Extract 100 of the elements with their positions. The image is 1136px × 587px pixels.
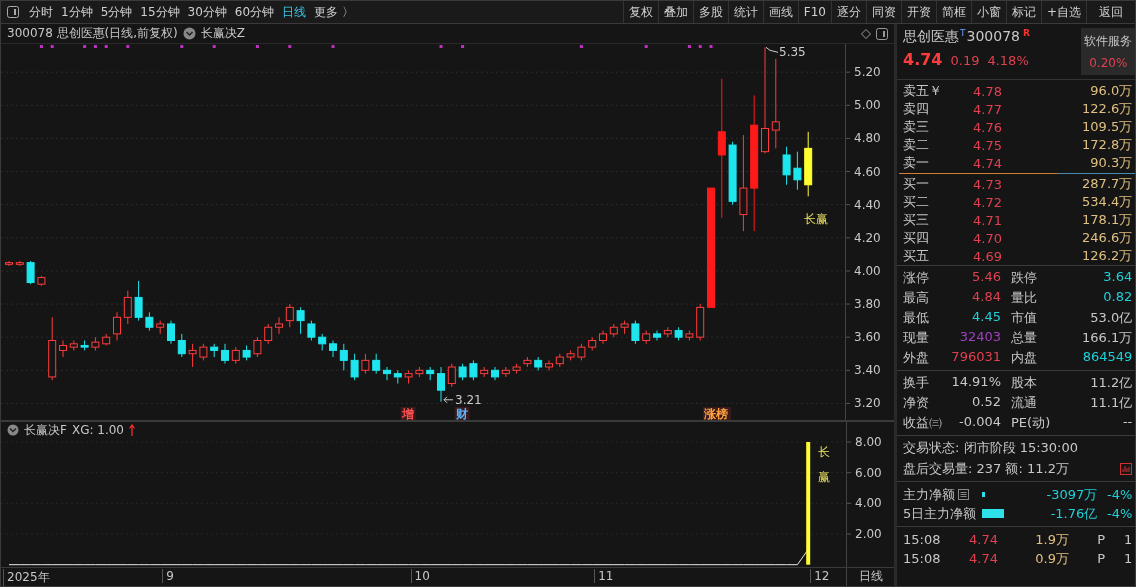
trade-type: P	[1096, 551, 1105, 566]
stat-value: 4.84	[971, 289, 1002, 306]
ask-price: 4.76	[973, 119, 1003, 135]
period-tab[interactable]: 5分钟	[96, 3, 137, 21]
level-label: 卖四	[903, 100, 930, 118]
stat-value: 53.0亿	[1089, 309, 1133, 327]
bid-volume: 534.4万	[1081, 193, 1133, 211]
r-label: R	[1022, 28, 1030, 38]
indicator-name[interactable]: 长赢决Z	[200, 25, 246, 42]
service-button[interactable]: 软件服务 0.20%	[1081, 28, 1135, 75]
stat-value: 864549	[1081, 349, 1133, 366]
flow-bar	[982, 492, 986, 498]
ask-volume: 109.5万	[1081, 118, 1133, 136]
stat-value: 11.2亿	[1089, 374, 1133, 392]
chart-title: 300078 思创医惠(日线,前复权)	[7, 25, 178, 42]
level-label: 买五	[903, 247, 930, 265]
signal-label: 长赢	[804, 212, 829, 227]
ask-volume: 122.6万	[1081, 100, 1133, 118]
stat-label: 量比	[1011, 289, 1038, 307]
date-label: 9	[162, 569, 174, 583]
trade-price: 4.74	[969, 532, 999, 547]
panel-toggle-icon[interactable]	[876, 27, 888, 40]
ask-price: 4.77	[973, 101, 1003, 117]
bid-volume: 178.1万	[1081, 211, 1133, 229]
dropdown-icon[interactable]	[182, 27, 196, 40]
change-percent: 4.18%	[987, 53, 1029, 68]
price-axis: 5.20 5.00 4.80 4.60 4.40 4.20 4.00 3.80 3.60 3.40 3.20	[845, 44, 894, 420]
stat-label: 最低	[903, 309, 930, 327]
flow-percent: -4%	[1105, 506, 1133, 521]
leader-line	[765, 46, 779, 53]
stat-value: --	[1121, 414, 1133, 431]
ask-volume: 172.8万	[1081, 136, 1133, 154]
after-hours-volume: 盘后交易量: 237 额: 11.2万	[903, 460, 1069, 478]
stat-label: 现量	[903, 329, 930, 347]
trade-price: 4.74	[969, 551, 999, 566]
trade-time: 15:08	[903, 532, 942, 547]
stat-label: PE(动)	[1011, 414, 1052, 432]
period-label: 日线	[846, 568, 894, 586]
bar-chart-icon[interactable]	[1120, 463, 1133, 475]
list-icon[interactable]	[958, 489, 969, 500]
bid-volume: 287.7万	[1081, 175, 1133, 193]
period-tab[interactable]: 更多 〉	[310, 3, 358, 21]
stat-label: 股本	[1011, 374, 1038, 392]
stock-code: 300078	[966, 28, 1020, 44]
stat-value: 796031	[950, 349, 1002, 366]
ask-price: 4.74	[973, 155, 1003, 171]
stat-value: -0.004	[958, 414, 1002, 431]
date-label: 10	[410, 569, 430, 583]
flow-bar	[982, 509, 1005, 518]
level-label: 卖五￥	[903, 82, 943, 100]
stat-label: 收益㈢	[903, 414, 943, 432]
period-tab[interactable]: 15分钟	[136, 3, 184, 21]
service-value: 0.20%	[1089, 56, 1128, 70]
stat-value: 4.45	[971, 309, 1002, 326]
stat-label: 最高	[903, 289, 930, 307]
level-label: 卖二	[903, 136, 930, 154]
indicator-value: XG: 1.00	[71, 423, 124, 437]
ask-volume: 90.3万	[1089, 154, 1133, 172]
dropdown-icon[interactable]	[7, 424, 19, 436]
period-tab[interactable]: 日线	[278, 3, 311, 21]
stat-label: 跌停	[1011, 269, 1038, 287]
arrow-up-icon	[129, 424, 135, 436]
stat-value: 32403	[958, 329, 1002, 346]
bid-price: 4.73	[973, 176, 1003, 192]
stat-label: 外盘	[903, 349, 930, 367]
trade-status: 交易状态: 闭市阶段 15:30:00	[903, 439, 1080, 457]
trade-count: 1	[1123, 551, 1133, 566]
stat-value: 0.82	[1102, 289, 1133, 306]
ask-volume: 96.0万	[1089, 82, 1133, 100]
period-tab[interactable]: 1分钟	[57, 3, 97, 21]
price-note: 3.21	[455, 392, 482, 407]
period-tab[interactable]: 30分钟	[183, 3, 231, 21]
stat-label: 市值	[1011, 309, 1038, 327]
price-note: 5.35	[779, 45, 806, 60]
flow-amount: -1.76亿	[1049, 504, 1098, 523]
panel-toggle-icon[interactable]	[7, 6, 19, 18]
level-label: 买一	[903, 175, 930, 193]
event-tag: 增	[400, 407, 416, 420]
level-label: 卖三	[903, 118, 930, 136]
stat-value: 5.46	[971, 269, 1002, 286]
bid-volume: 246.6万	[1081, 229, 1133, 247]
stat-label: 总量	[1011, 329, 1038, 347]
trade-volume: 0.9万	[1034, 549, 1069, 568]
stat-value: 3.64	[1102, 269, 1133, 286]
bid-price: 4.72	[973, 194, 1003, 210]
event-tag: 财	[454, 407, 470, 420]
period-tab[interactable]: 分时	[25, 3, 57, 21]
indicator-name[interactable]: 长赢决F	[24, 421, 67, 439]
stat-value: 14.91%	[950, 374, 1002, 391]
ask-price: 4.78	[973, 83, 1003, 99]
bid-price: 4.69	[973, 248, 1003, 264]
last-price: 4.74	[903, 50, 943, 69]
trade-type: P	[1096, 532, 1105, 547]
service-label: 软件服务	[1084, 33, 1133, 50]
period-tab[interactable]: 60分钟	[230, 3, 279, 21]
date-label: 12	[810, 569, 830, 583]
flow-label: 5日主力净额	[903, 504, 977, 523]
level-label: 买二	[903, 193, 930, 211]
diamond-icon[interactable]	[861, 28, 871, 39]
stat-label: 净资	[903, 394, 930, 412]
